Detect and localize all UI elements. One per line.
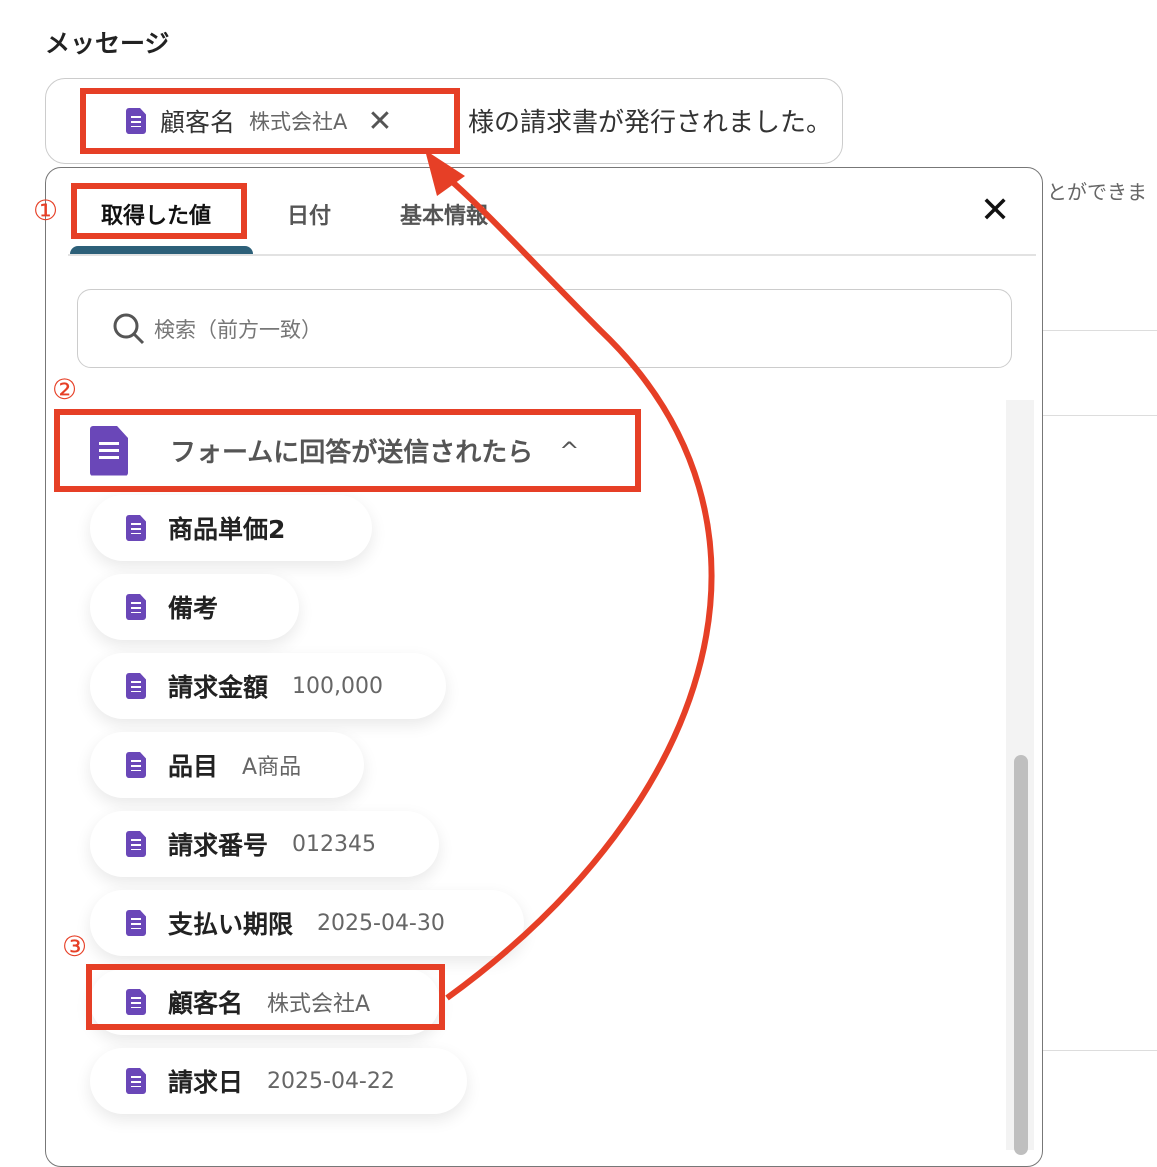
annotation-arrow [425,150,715,1001]
